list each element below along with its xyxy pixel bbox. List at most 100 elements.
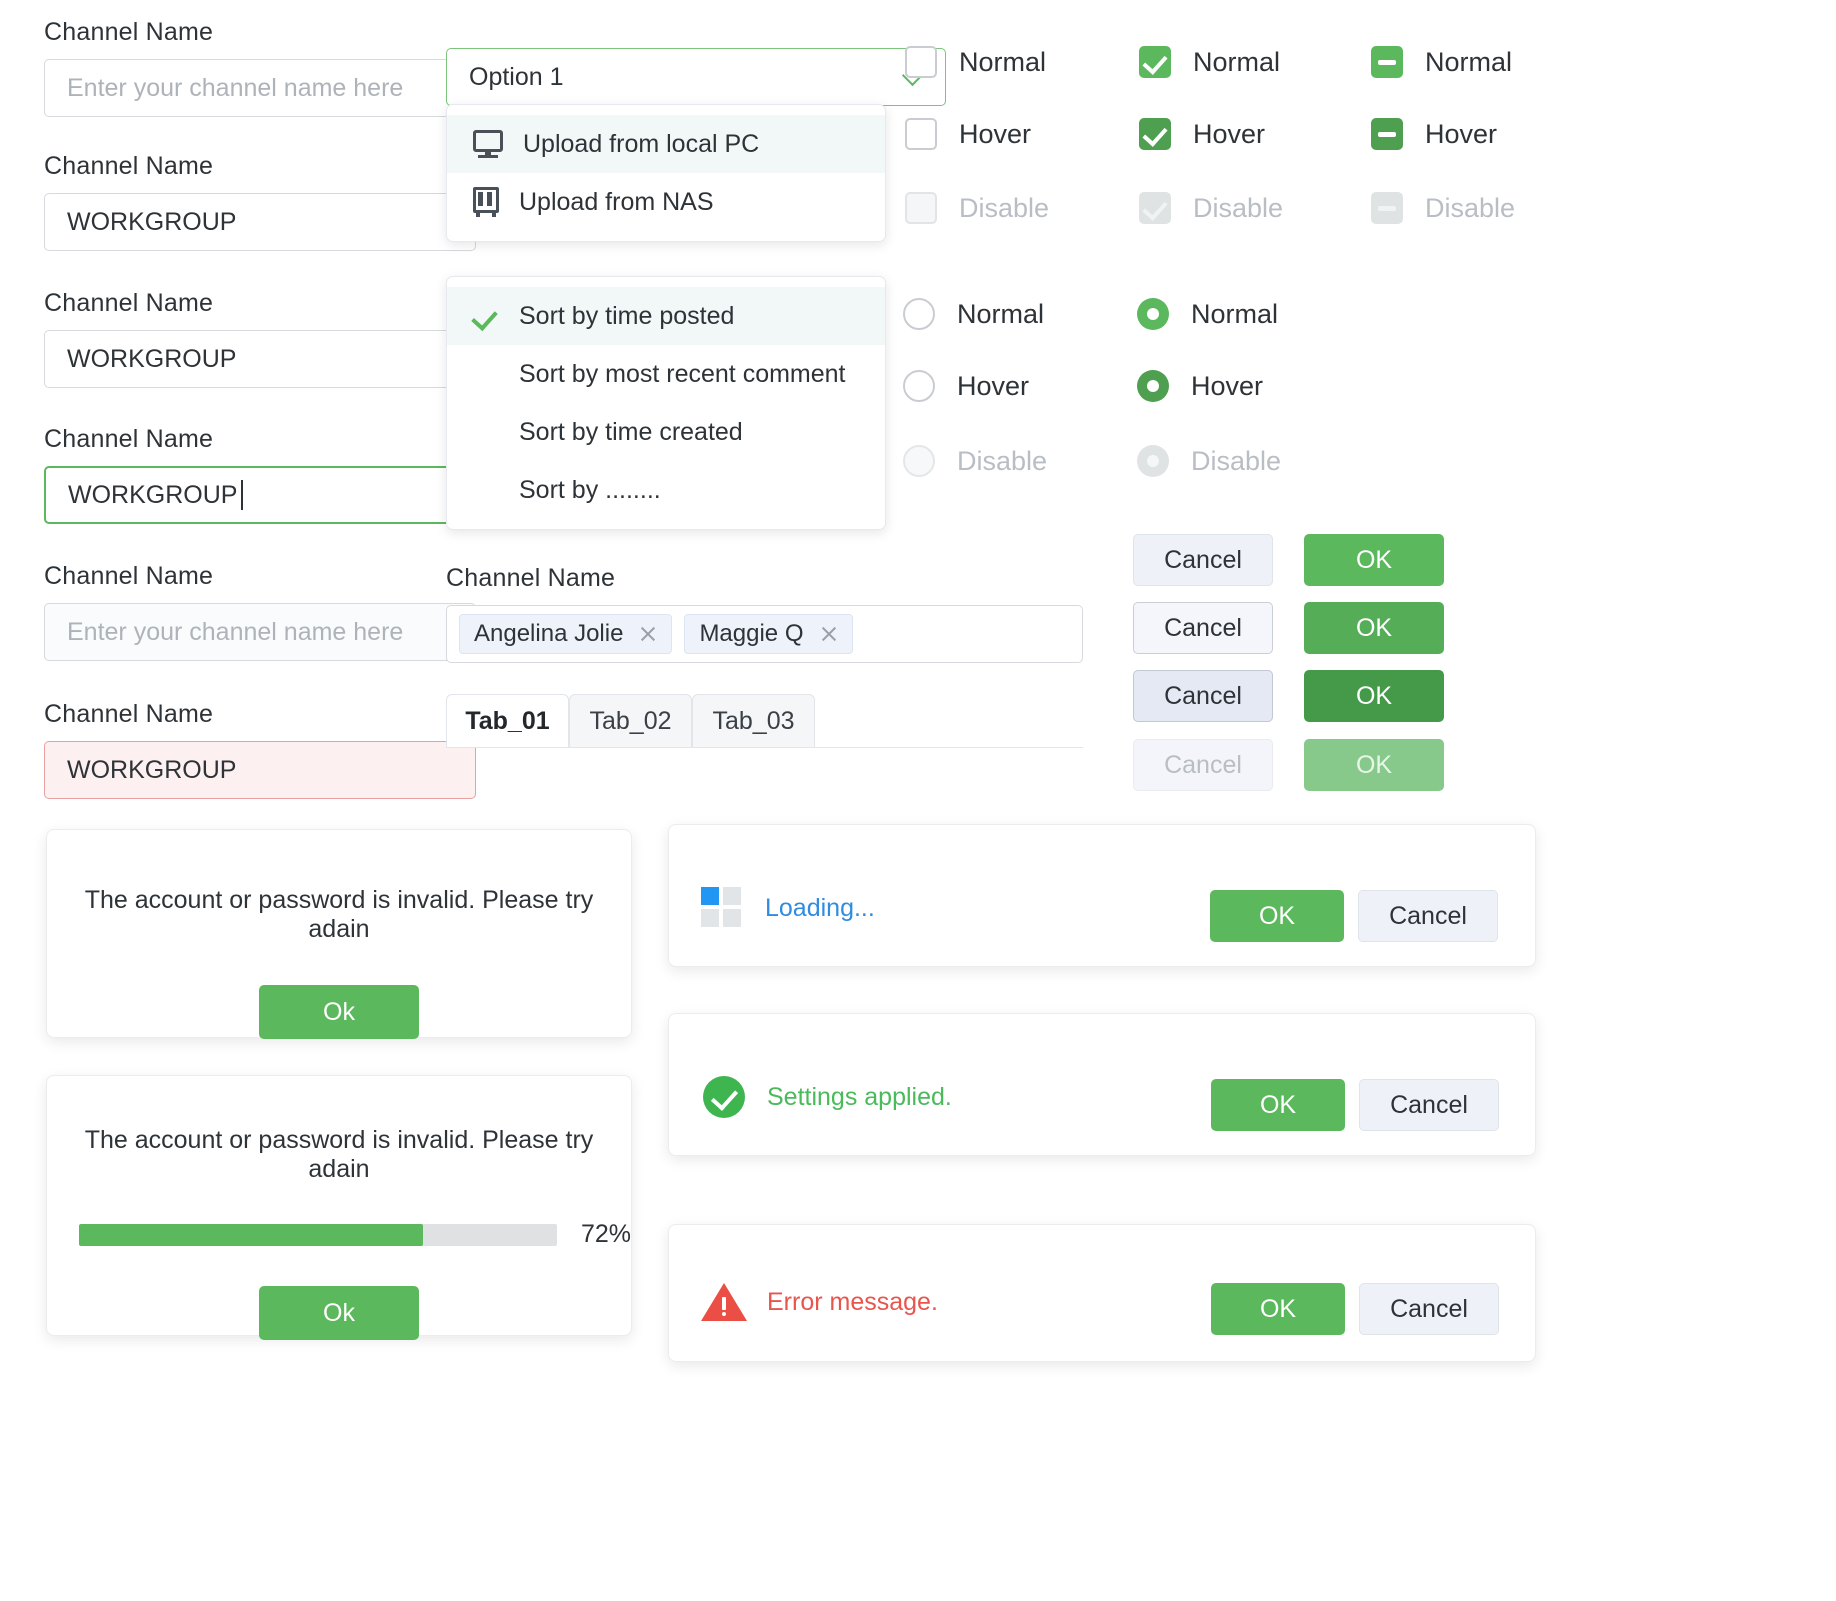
success-ok-button[interactable]: OK (1211, 1079, 1345, 1131)
loading-cancel-button[interactable]: Cancel (1358, 890, 1498, 942)
checkbox-indeterminate-icon[interactable] (1371, 118, 1403, 150)
field-group-3: Channel Name WORKGROUP (44, 289, 476, 388)
radio-unselected-disabled: Disable (903, 445, 1047, 477)
progress-dialog-ok-button[interactable]: Ok (259, 1286, 419, 1340)
menu-item-upload-nas[interactable]: Upload from NAS (447, 173, 885, 231)
channel-name-input-focused[interactable]: WORKGROUP (44, 466, 476, 524)
monitor-icon (473, 130, 503, 158)
close-icon[interactable] (639, 625, 657, 643)
tab-tab-02[interactable]: Tab_02 (569, 694, 692, 748)
menu-item-label: Sort by time posted (519, 302, 734, 331)
checkbox-label: Disable (959, 193, 1049, 224)
alert-dialog-ok-button[interactable]: Ok (259, 985, 419, 1039)
menu-item-sort-recent-comment[interactable]: Sort by most recent comment (447, 345, 885, 403)
channel-name-input-disabled: Enter your channel name here (44, 603, 476, 661)
check-icon (473, 303, 499, 329)
progress-percent-label: 72% (581, 1220, 631, 1249)
input-value: WORKGROUP (68, 481, 237, 510)
field-group-1: Channel Name Enter your channel name her… (44, 18, 476, 117)
menu-item-label: Sort by time created (519, 418, 743, 447)
error-cancel-button[interactable]: Cancel (1359, 1283, 1499, 1335)
checkbox-checked-normal[interactable]: Normal (1139, 46, 1280, 78)
checkbox-checked-icon[interactable] (1139, 118, 1171, 150)
field-group-2: Channel Name WORKGROUP (44, 152, 476, 251)
upload-dropdown-menu: Upload from local PC Upload from NAS (446, 104, 886, 242)
progress-row: 72% (79, 1220, 631, 1249)
loading-ok-button[interactable]: OK (1210, 890, 1344, 942)
radio-selected-icon[interactable] (1137, 370, 1169, 402)
radio-selected-icon (1137, 445, 1169, 477)
option-select[interactable]: Option 1 (446, 48, 946, 106)
menu-item-label: Upload from NAS (519, 188, 714, 217)
radio-unselected-hover[interactable]: Hover (903, 370, 1029, 402)
input-value: WORKGROUP (67, 756, 236, 785)
checkbox-label: Disable (1425, 193, 1515, 224)
success-cancel-button[interactable]: Cancel (1359, 1079, 1499, 1131)
radio-selected-disabled: Disable (1137, 445, 1281, 477)
checkbox-icon[interactable] (905, 46, 937, 78)
tab-tab-01[interactable]: Tab_01 (446, 694, 569, 748)
menu-item-sort-other[interactable]: Sort by ........ (447, 461, 885, 519)
checkbox-checked-hover[interactable]: Hover (1139, 118, 1265, 150)
cancel-button-pressed[interactable]: Cancel (1133, 670, 1273, 722)
field-label: Channel Name (44, 18, 476, 47)
progress-dialog: The account or password is invalid. Plea… (46, 1075, 632, 1336)
menu-item-label: Sort by ........ (519, 476, 661, 505)
checkbox-checked-icon[interactable] (1139, 46, 1171, 78)
checkbox-unchecked-normal[interactable]: Normal (905, 46, 1046, 78)
field-group-6: Channel Name WORKGROUP (44, 700, 476, 799)
cancel-button-normal[interactable]: Cancel (1133, 534, 1273, 586)
radio-selected-hover[interactable]: Hover (1137, 370, 1263, 402)
checkbox-indeterminate-normal[interactable]: Normal (1371, 46, 1512, 78)
radio-icon[interactable] (903, 298, 935, 330)
tab-tab-03[interactable]: Tab_03 (692, 694, 815, 748)
checkbox-label: Normal (1425, 47, 1512, 78)
search-input-empty[interactable]: Enter your channel name here (44, 59, 476, 117)
radio-selected-icon[interactable] (1137, 298, 1169, 330)
text-caret (241, 480, 243, 510)
error-status-bar: Error message. OK Cancel (668, 1224, 1536, 1362)
checkbox-unchecked-disabled: Disable (905, 192, 1049, 224)
menu-item-sort-time-posted[interactable]: Sort by time posted (447, 287, 885, 345)
progress-bar (79, 1224, 557, 1246)
tag-field-group: Channel Name Angelina Jolie Maggie Q (446, 564, 1083, 663)
tags-input[interactable]: Angelina Jolie Maggie Q (446, 605, 1083, 663)
menu-item-label: Upload from local PC (523, 130, 759, 159)
field-label: Channel Name (446, 564, 1083, 593)
ok-button-hover[interactable]: OK (1304, 602, 1444, 654)
channel-name-input-filled[interactable]: WORKGROUP (44, 193, 476, 251)
radio-icon (903, 445, 935, 477)
field-label: Channel Name (44, 562, 476, 591)
channel-name-input-error[interactable]: WORKGROUP (44, 741, 476, 799)
checkbox-icon[interactable] (905, 118, 937, 150)
checkbox-label: Hover (1425, 119, 1497, 150)
checkbox-label: Disable (1193, 193, 1283, 224)
checkbox-indeterminate-hover[interactable]: Hover (1371, 118, 1497, 150)
ok-button-pressed[interactable]: OK (1304, 670, 1444, 722)
checkbox-unchecked-hover[interactable]: Hover (905, 118, 1031, 150)
channel-name-input-hover[interactable]: WORKGROUP (44, 330, 476, 388)
menu-item-upload-local-pc[interactable]: Upload from local PC (447, 115, 885, 173)
checkbox-icon (905, 192, 937, 224)
radio-icon[interactable] (903, 370, 935, 402)
alert-dialog-message: The account or password is invalid. Plea… (75, 886, 603, 944)
input-value: WORKGROUP (67, 345, 236, 374)
alert-dialog: The account or password is invalid. Plea… (46, 829, 632, 1038)
cancel-button-hover[interactable]: Cancel (1133, 602, 1273, 654)
radio-selected-normal[interactable]: Normal (1137, 298, 1278, 330)
error-ok-button[interactable]: OK (1211, 1283, 1345, 1335)
close-icon[interactable] (820, 625, 838, 643)
checkbox-indeterminate-icon[interactable] (1371, 46, 1403, 78)
error-status-text: Error message. (767, 1288, 938, 1317)
radio-unselected-normal[interactable]: Normal (903, 298, 1044, 330)
checkbox-checked-disabled: Disable (1139, 192, 1283, 224)
loading-status-text: Loading... (765, 894, 875, 923)
cancel-button-disabled: Cancel (1133, 739, 1273, 791)
progress-dialog-message: The account or password is invalid. Plea… (71, 1126, 607, 1184)
ok-button-normal[interactable]: OK (1304, 534, 1444, 586)
tag-chip[interactable]: Angelina Jolie (459, 614, 672, 654)
menu-item-sort-time-created[interactable]: Sort by time created (447, 403, 885, 461)
tag-chip[interactable]: Maggie Q (684, 614, 852, 654)
field-group-5: Channel Name Enter your channel name her… (44, 562, 476, 661)
radio-label: Disable (1191, 446, 1281, 477)
